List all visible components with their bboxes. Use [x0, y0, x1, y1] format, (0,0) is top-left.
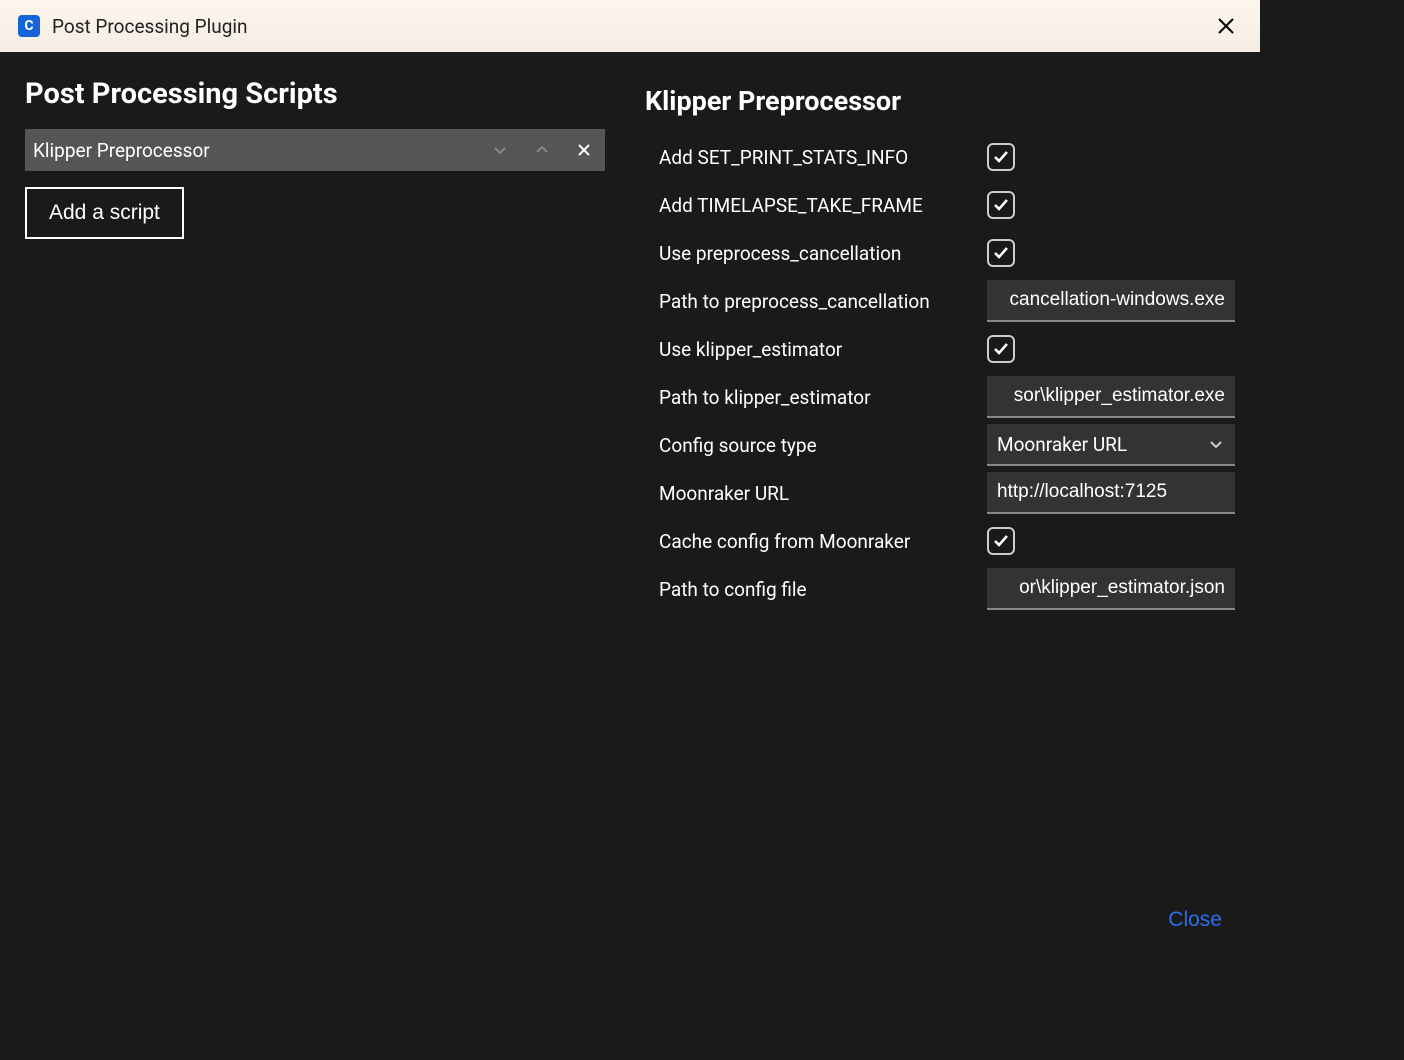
path_config_file-input[interactable]	[987, 568, 1235, 610]
script-remove-button[interactable]	[563, 129, 605, 171]
setting-label: Config source type	[659, 434, 987, 457]
setting-label: Use preprocess_cancellation	[659, 242, 987, 265]
close-icon	[1217, 17, 1235, 35]
script-move-down-button[interactable]	[479, 129, 521, 171]
close-icon	[576, 142, 592, 158]
path_klipper_estimator-input[interactable]	[987, 376, 1235, 418]
setting-label: Path to klipper_estimator	[659, 386, 987, 409]
window-close-button[interactable]	[1210, 10, 1242, 42]
app-icon: C	[18, 15, 40, 37]
setting-label: Use klipper_estimator	[659, 338, 987, 361]
script-row[interactable]: Klipper Preprocessor	[25, 129, 605, 171]
setting-row-path_preprocess_cancellation: Path to preprocess_cancellation	[645, 277, 1235, 325]
dialog-footer: Close	[0, 885, 1260, 955]
setting-row-path_klipper_estimator: Path to klipper_estimator	[645, 373, 1235, 421]
script-move-up-button[interactable]	[521, 129, 563, 171]
setting-row-use_preprocess_cancellation: Use preprocess_cancellation	[645, 229, 1235, 277]
titlebar: C Post Processing Plugin	[0, 0, 1260, 52]
setting-row-config_source_type: Config source type Moonraker URL	[645, 421, 1235, 469]
window-title: Post Processing Plugin	[52, 15, 248, 38]
add_timelapse_take_frame-checkbox[interactable]	[987, 191, 1015, 219]
scripts-heading: Post Processing Scripts	[25, 77, 605, 111]
config_source_type-select[interactable]: Moonraker URL	[987, 424, 1235, 466]
add-script-button[interactable]: Add a script	[25, 187, 184, 239]
path_preprocess_cancellation-input[interactable]	[987, 280, 1235, 322]
use_klipper_estimator-checkbox[interactable]	[987, 335, 1015, 363]
select-value: Moonraker URL	[997, 433, 1127, 456]
setting-label: Cache config from Moonraker	[659, 530, 987, 553]
settings-panel: Klipper Preprocessor Add SET_PRINT_STATS…	[645, 77, 1235, 860]
setting-label: Add SET_PRINT_STATS_INFO	[659, 146, 987, 169]
script-name: Klipper Preprocessor	[33, 139, 479, 162]
use_preprocess_cancellation-checkbox[interactable]	[987, 239, 1015, 267]
setting-row-use_klipper_estimator: Use klipper_estimator	[645, 325, 1235, 373]
setting-label: Add TIMELAPSE_TAKE_FRAME	[659, 194, 987, 217]
setting-row-moonraker_url: Moonraker URL	[645, 469, 1235, 517]
setting-row-add_timelapse_take_frame: Add TIMELAPSE_TAKE_FRAME	[645, 181, 1235, 229]
setting-row-add_set_print_stats_info: Add SET_PRINT_STATS_INFO	[645, 133, 1235, 181]
chevron-down-icon	[492, 142, 508, 158]
setting-label: Path to config file	[659, 578, 987, 601]
close-button[interactable]: Close	[1168, 908, 1222, 932]
setting-label: Moonraker URL	[659, 482, 987, 505]
cache_config_moonraker-checkbox[interactable]	[987, 527, 1015, 555]
settings-heading: Klipper Preprocessor	[645, 85, 1235, 117]
chevron-down-icon	[1207, 435, 1225, 453]
setting-row-path_config_file: Path to config file	[645, 565, 1235, 613]
chevron-up-icon	[534, 142, 550, 158]
setting-row-cache_config_moonraker: Cache config from Moonraker	[645, 517, 1235, 565]
scripts-panel: Post Processing Scripts Klipper Preproce…	[25, 77, 605, 860]
moonraker_url-input[interactable]	[987, 472, 1235, 514]
add_set_print_stats_info-checkbox[interactable]	[987, 143, 1015, 171]
setting-label: Path to preprocess_cancellation	[659, 290, 987, 313]
